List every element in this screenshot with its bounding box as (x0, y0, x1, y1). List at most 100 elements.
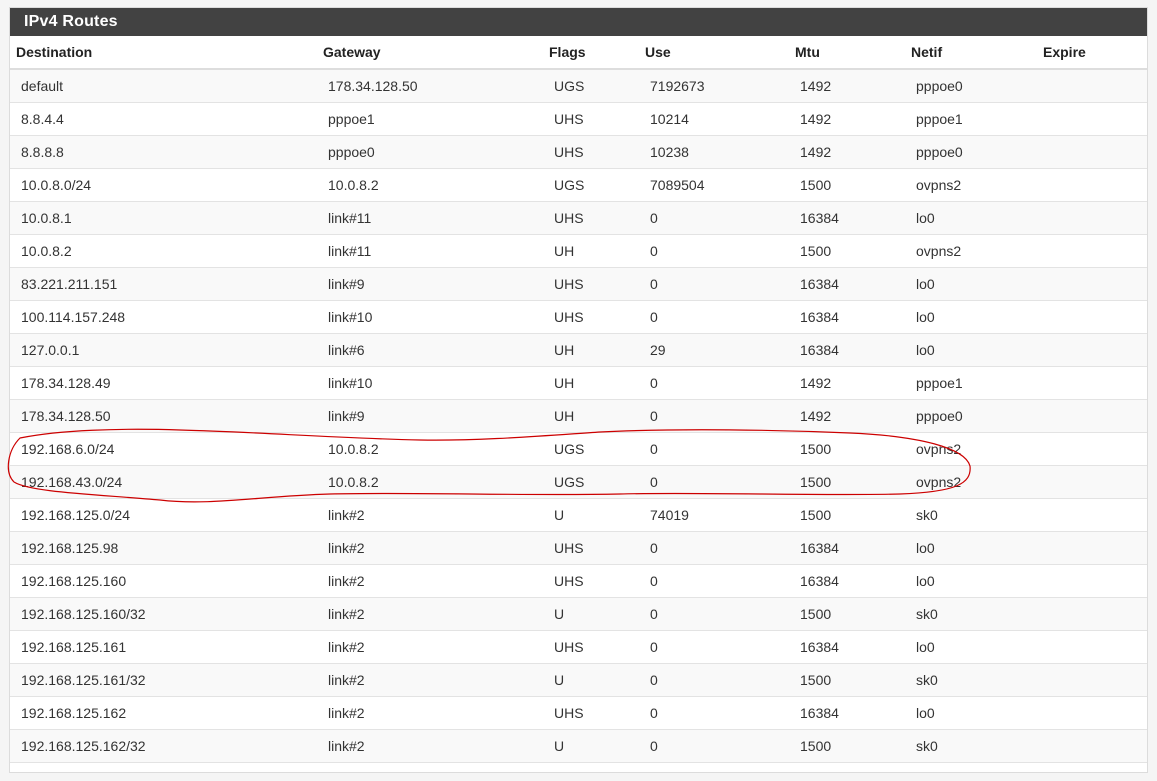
table-row: 192.168.125.161 link#2 UHS 0 16384 lo0 (10, 630, 1147, 664)
cell-use: 0 (639, 729, 789, 763)
cell-expire (1037, 102, 1147, 136)
cell-expire (1037, 432, 1147, 466)
cell-expire (1037, 399, 1147, 433)
cell-gateway: 10.0.8.2 (317, 432, 543, 466)
cell-expire (1037, 498, 1147, 532)
column-header-flags[interactable]: Flags (543, 36, 639, 70)
cell-gateway: link#9 (317, 267, 543, 301)
column-header-use[interactable]: Use (639, 36, 789, 70)
cell-flags: UHS (543, 630, 639, 664)
cell-use: 0 (639, 531, 789, 565)
table-row: 83.221.211.151 link#9 UHS 0 16384 lo0 (10, 267, 1147, 301)
cell-use: 0 (639, 597, 789, 631)
cell-netif: pppoe1 (905, 366, 1037, 400)
cell-gateway: link#6 (317, 333, 543, 367)
column-header-destination[interactable]: Destination (10, 36, 317, 70)
table-row: 178.34.128.49 link#10 UH 0 1492 pppoe1 (10, 366, 1147, 400)
table-row: 100.114.157.248 link#10 UHS 0 16384 lo0 (10, 300, 1147, 334)
cell-flags: UGS (543, 168, 639, 202)
table-row: 192.168.125.161/32 link#2 U 0 1500 sk0 (10, 663, 1147, 697)
cell-destination: 192.168.125.160/32 (10, 597, 317, 631)
column-header-netif[interactable]: Netif (905, 36, 1037, 70)
cell-use: 0 (639, 267, 789, 301)
cell-flags: UH (543, 366, 639, 400)
cell-gateway: link#2 (317, 531, 543, 565)
table-row: 192.168.125.162/32 link#2 U 0 1500 sk0 (10, 729, 1147, 763)
table-row: 127.0.0.1 link#6 UH 29 16384 lo0 (10, 333, 1147, 367)
table-row: 192.168.43.0/24 10.0.8.2 UGS 0 1500 ovpns2 (10, 465, 1147, 499)
cell-netif: sk0 (905, 597, 1037, 631)
cell-destination: 192.168.43.0/24 (10, 465, 317, 499)
cell-flags: U (543, 498, 639, 532)
table-row: 8.8.8.8 pppoe0 UHS 10238 1492 pppoe0 (10, 135, 1147, 169)
cell-use: 7089504 (639, 168, 789, 202)
cell-destination: 178.34.128.49 (10, 366, 317, 400)
cell-gateway: link#9 (317, 399, 543, 433)
cell-use: 0 (639, 399, 789, 433)
cell-netif: lo0 (905, 630, 1037, 664)
cell-use: 7192673 (639, 69, 789, 103)
cell-flags: UH (543, 234, 639, 268)
cell-use: 0 (639, 201, 789, 235)
cell-expire (1037, 234, 1147, 268)
cell-netif: pppoe0 (905, 135, 1037, 169)
table-row: 192.168.125.160/32 link#2 U 0 1500 sk0 (10, 597, 1147, 631)
cell-use: 0 (639, 465, 789, 499)
cell-mtu: 1500 (789, 432, 905, 466)
cell-destination: 178.34.128.50 (10, 399, 317, 433)
cell-gateway: link#10 (317, 366, 543, 400)
cell-mtu: 16384 (789, 696, 905, 730)
cell-destination: 192.168.125.0/24 (10, 498, 317, 532)
cell-mtu: 16384 (789, 564, 905, 598)
cell-mtu: 1492 (789, 102, 905, 136)
cell-use: 0 (639, 234, 789, 268)
cell-use: 0 (639, 564, 789, 598)
cell-destination: 10.0.8.1 (10, 201, 317, 235)
cell-gateway: link#10 (317, 300, 543, 334)
cell-gateway: link#2 (317, 630, 543, 664)
cell-expire (1037, 630, 1147, 664)
cell-expire (1037, 267, 1147, 301)
table-header-row: Destination Gateway Flags Use Mtu Netif … (10, 36, 1147, 70)
cell-destination: 192.168.125.161 (10, 630, 317, 664)
cell-use: 0 (639, 663, 789, 697)
cell-netif: lo0 (905, 531, 1037, 565)
cell-mtu: 1500 (789, 168, 905, 202)
cell-mtu: 16384 (789, 267, 905, 301)
cell-mtu: 16384 (789, 333, 905, 367)
cell-expire (1037, 168, 1147, 202)
column-header-gateway[interactable]: Gateway (317, 36, 543, 70)
cell-use: 0 (639, 366, 789, 400)
cell-mtu: 16384 (789, 630, 905, 664)
panel-title: IPv4 Routes (10, 8, 1147, 36)
cell-gateway: link#2 (317, 696, 543, 730)
column-header-expire[interactable]: Expire (1037, 36, 1147, 70)
cell-flags: UHS (543, 201, 639, 235)
cell-flags: UHS (543, 300, 639, 334)
cell-netif: pppoe0 (905, 399, 1037, 433)
cell-gateway: 10.0.8.2 (317, 465, 543, 499)
cell-netif: pppoe1 (905, 102, 1037, 136)
cell-mtu: 16384 (789, 531, 905, 565)
cell-expire (1037, 597, 1147, 631)
table-row: 192.168.125.160 link#2 UHS 0 16384 lo0 (10, 564, 1147, 598)
cell-gateway: link#2 (317, 597, 543, 631)
cell-gateway: 10.0.8.2 (317, 168, 543, 202)
cell-mtu: 1492 (789, 69, 905, 103)
cell-flags: U (543, 597, 639, 631)
cell-netif: lo0 (905, 696, 1037, 730)
cell-destination: 83.221.211.151 (10, 267, 317, 301)
cell-mtu: 1500 (789, 663, 905, 697)
cell-netif: lo0 (905, 333, 1037, 367)
cell-use: 10238 (639, 135, 789, 169)
column-header-mtu[interactable]: Mtu (789, 36, 905, 70)
cell-netif: ovpns2 (905, 168, 1037, 202)
cell-use: 0 (639, 432, 789, 466)
ipv4-routes-panel: IPv4 Routes Destination Gateway Flags Us… (9, 7, 1148, 773)
cell-gateway: link#2 (317, 498, 543, 532)
cell-expire (1037, 135, 1147, 169)
cell-netif: sk0 (905, 663, 1037, 697)
cell-destination: 10.0.8.0/24 (10, 168, 317, 202)
cell-use: 74019 (639, 498, 789, 532)
table-row: 178.34.128.50 link#9 UH 0 1492 pppoe0 (10, 399, 1147, 433)
